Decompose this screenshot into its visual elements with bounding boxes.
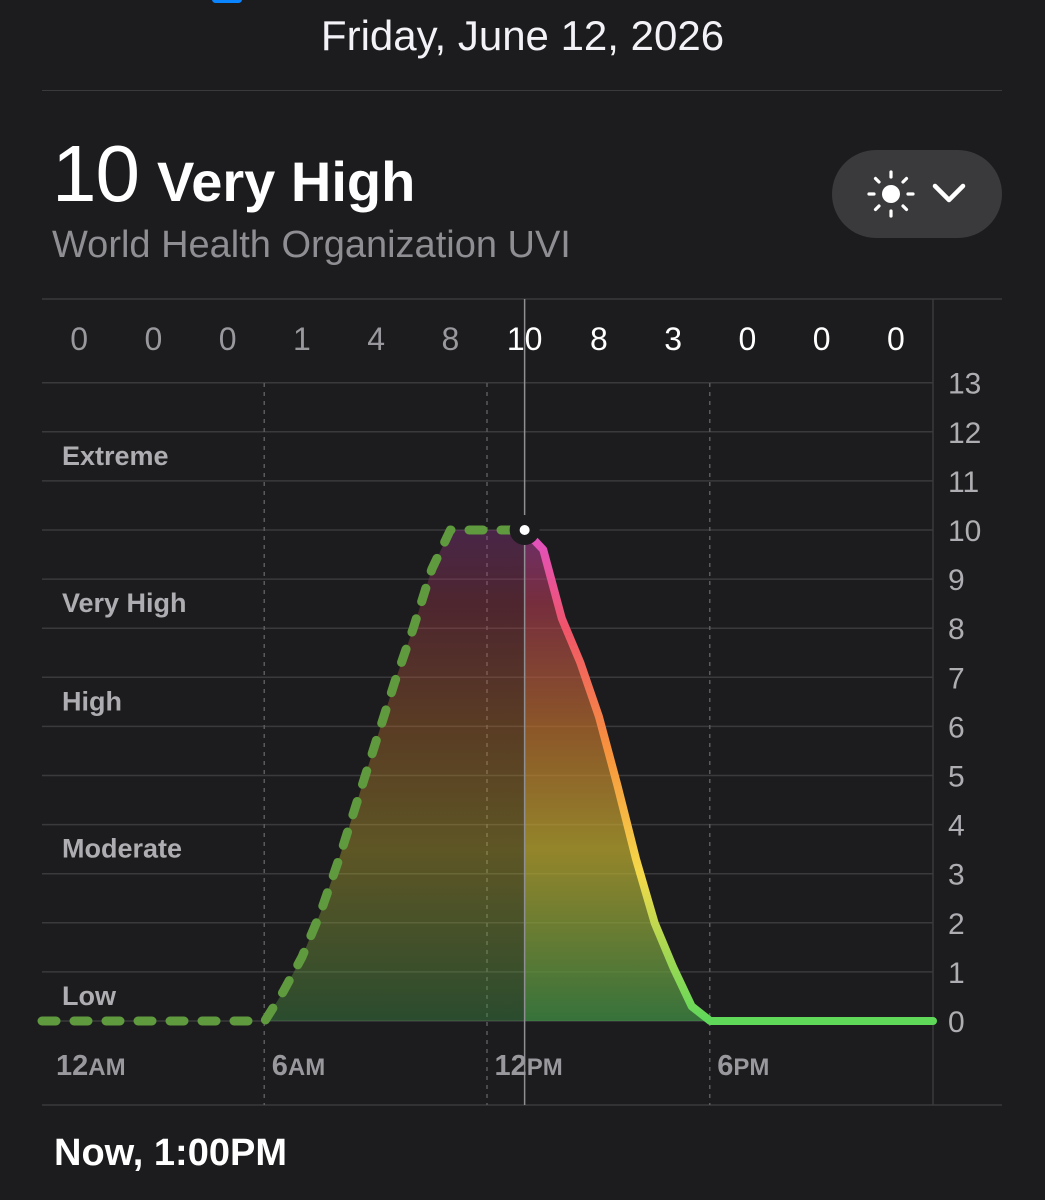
y-tick-label-9: 9 bbox=[948, 564, 965, 597]
uv-index-screen: { "header": { "date": "Friday, June 12, … bbox=[0, 0, 1045, 1200]
x-tick-suffix: PM bbox=[733, 1054, 769, 1081]
y-tick-label-12: 12 bbox=[948, 417, 981, 450]
x-tick-number: 12 bbox=[495, 1050, 527, 1082]
now-marker-dot bbox=[519, 525, 530, 535]
y-tick-label-2: 2 bbox=[948, 908, 965, 941]
y-tick-label-10: 10 bbox=[948, 515, 981, 548]
category-label-extreme: Extreme bbox=[62, 441, 169, 471]
hourly-uv-label-10: 0 bbox=[813, 321, 831, 357]
x-tick-label-6pm: 6PM bbox=[717, 1050, 769, 1082]
hourly-uv-label-0: 0 bbox=[70, 321, 88, 357]
x-tick-suffix: PM bbox=[527, 1054, 563, 1081]
x-tick-label-12pm: 12PM bbox=[495, 1050, 563, 1082]
category-label-high: High bbox=[62, 686, 122, 716]
hourly-uv-label-9: 0 bbox=[738, 321, 756, 357]
y-tick-label-6: 6 bbox=[948, 711, 965, 744]
x-tick-number: 6 bbox=[717, 1050, 733, 1082]
y-tick-label-4: 4 bbox=[948, 810, 965, 843]
hourly-uv-label-1: 0 bbox=[144, 321, 162, 357]
y-tick-label-8: 8 bbox=[948, 613, 965, 646]
x-tick-label-6am: 6AM bbox=[272, 1050, 325, 1082]
uv-chart: 012345678910111213LowModerateHighVery Hi… bbox=[37, 298, 1002, 1106]
y-tick-label-3: 3 bbox=[948, 859, 965, 892]
y-tick-label-5: 5 bbox=[948, 761, 965, 794]
hourly-uv-label-5: 8 bbox=[441, 321, 459, 357]
category-label-low: Low bbox=[62, 981, 117, 1011]
hourly-uv-label-7: 8 bbox=[590, 321, 608, 357]
x-tick-number: 6 bbox=[272, 1050, 288, 1082]
y-tick-label-11: 11 bbox=[948, 466, 979, 499]
category-label-moderate: Moderate bbox=[62, 834, 182, 864]
hourly-uv-label-8: 3 bbox=[664, 321, 682, 357]
x-tick-label-12am: 12AM bbox=[56, 1050, 126, 1082]
hourly-uv-label-2: 0 bbox=[219, 321, 237, 357]
hourly-uv-label-4: 4 bbox=[367, 321, 385, 357]
now-time-label: Now, 1:00PM bbox=[54, 1132, 287, 1174]
y-tick-label-13: 13 bbox=[948, 368, 981, 401]
category-label-very-high: Very High bbox=[62, 588, 187, 618]
x-tick-number: 12 bbox=[56, 1050, 88, 1082]
y-tick-label-0: 0 bbox=[948, 1006, 965, 1039]
hourly-uv-label-11: 0 bbox=[887, 321, 905, 357]
x-tick-suffix: AM bbox=[88, 1054, 125, 1081]
hourly-uv-label-6: 10 bbox=[507, 321, 543, 357]
y-tick-label-7: 7 bbox=[948, 662, 965, 695]
x-tick-suffix: AM bbox=[288, 1054, 325, 1081]
hourly-uv-label-3: 1 bbox=[293, 321, 311, 357]
y-tick-label-1: 1 bbox=[948, 957, 965, 990]
